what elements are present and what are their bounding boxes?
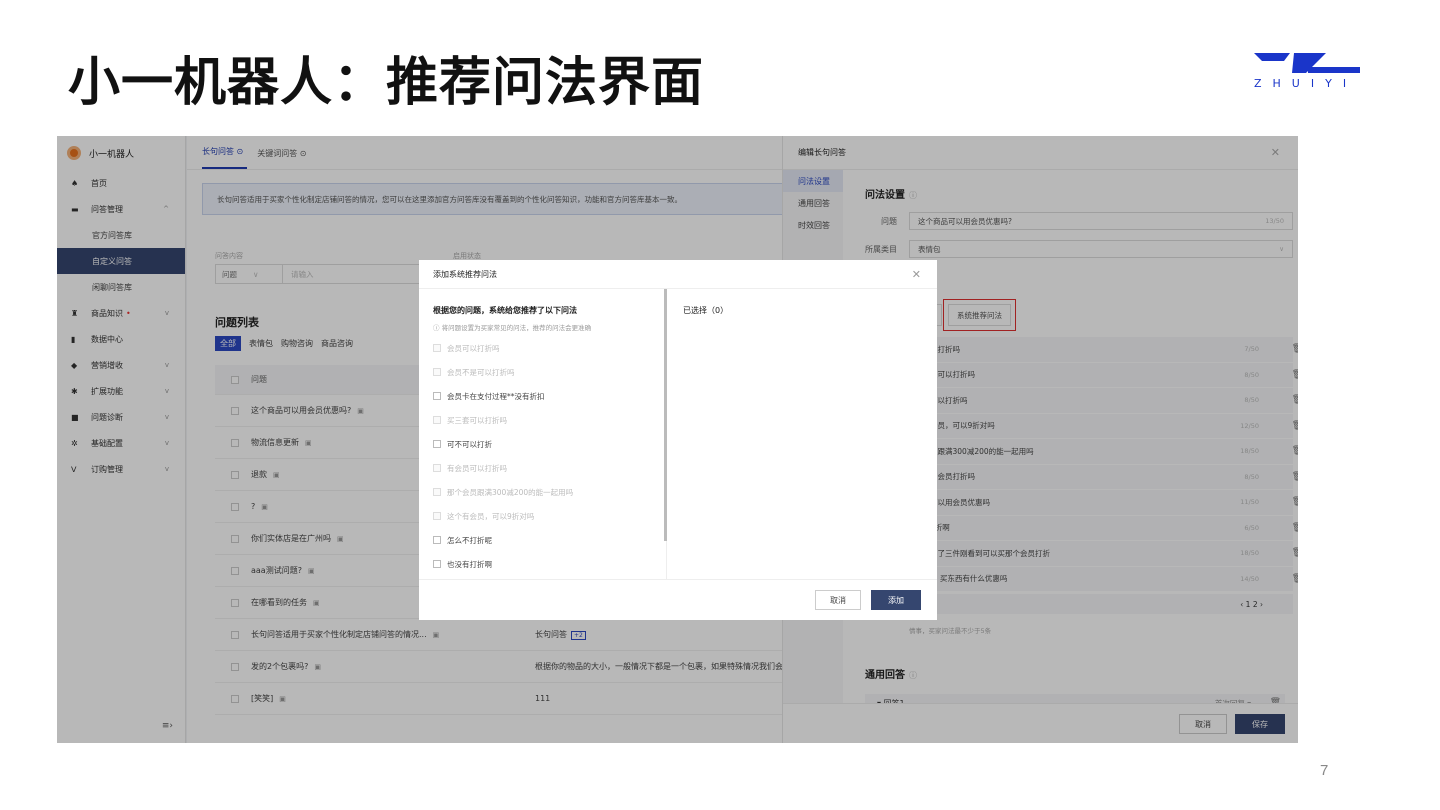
option-checkbox[interactable]: 怎么不打折呢 [433, 528, 666, 552]
option-checkbox[interactable]: 那个会员跟满300减200的能一起用吗 [433, 480, 666, 504]
option-checkbox[interactable]: 会员可以打折吗 [433, 336, 666, 360]
recommended-title: 根据您的问题，系统给您推荐了以下问法 [433, 306, 577, 315]
add-button[interactable]: 添加 [871, 590, 921, 610]
option-checkbox[interactable]: 买三套可以打折吗 [433, 408, 666, 432]
option-checkbox[interactable]: 会员不是可以打折吗 [433, 360, 666, 384]
modal-footer: 取消 添加 [419, 579, 937, 620]
cancel-button[interactable]: 取消 [815, 590, 861, 610]
option-checkbox[interactable]: 有会员可以打折吗 [433, 456, 666, 480]
modal-title: 添加系统推荐问法 [433, 269, 497, 279]
add-recommended-modal: 添加系统推荐问法 ✕ 根据您的问题，系统给您推荐了以下问法 ⓘ 将问题设置为买家… [419, 260, 937, 620]
modal-header: 添加系统推荐问法 ✕ [419, 260, 937, 289]
selected-count: 已选择（0） [683, 306, 729, 315]
recommended-list: 根据您的问题，系统给您推荐了以下问法 ⓘ 将问题设置为买家常见的问法，推荐的问法… [419, 289, 667, 579]
scrollbar[interactable] [664, 289, 667, 541]
option-checkbox[interactable]: 可不可以打折 [433, 432, 666, 456]
close-icon[interactable]: ✕ [912, 268, 921, 281]
option-checkbox[interactable]: 会员卡在支付过程**没有折扣 [433, 384, 666, 408]
option-checkbox[interactable]: 也没有打折啊 [433, 552, 666, 576]
logo-text: ZHUIYI [1254, 77, 1358, 90]
zhuiyi-logo: ZHUIYI [1254, 47, 1364, 95]
recommended-tip: ⓘ 将问题设置为买家常见的问法，推荐的问法会更准确 [433, 324, 592, 332]
slide-title: 小一机器人：推荐问法界面 [68, 53, 705, 113]
option-checkbox[interactable]: 这个有会员，可以9折对吗 [433, 504, 666, 528]
app-screenshot: 小一机器人 ♠ 首页 ▬ 问答管理 ^ 官方问答库 自定义问答 闲聊问答库 ♜ … [57, 136, 1298, 743]
logo-mark-icon [1254, 53, 1360, 73]
page-number: 7 [1320, 762, 1329, 779]
